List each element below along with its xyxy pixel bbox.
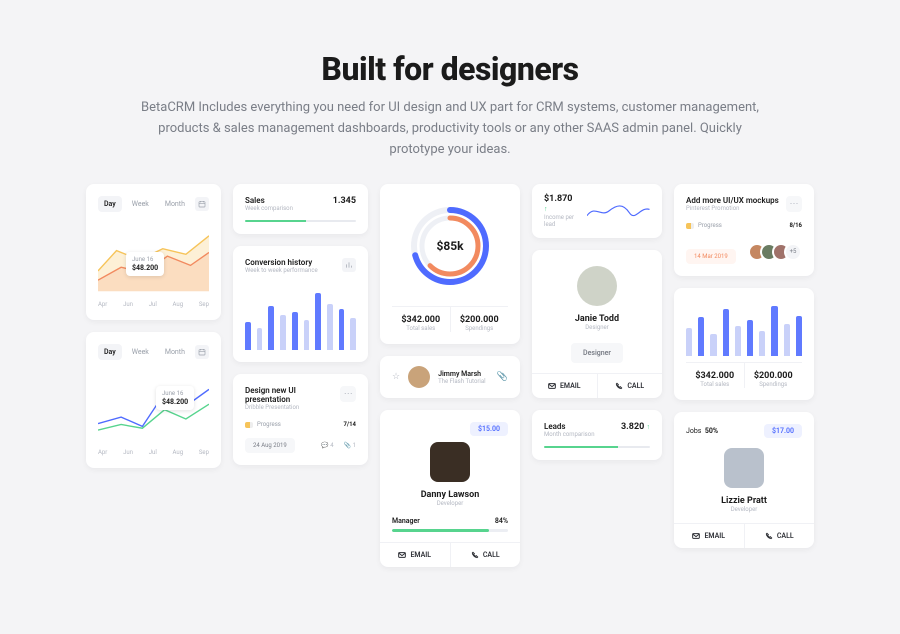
leads-title: Leads [544,422,595,431]
avatar-group[interactable]: +5 [748,243,802,261]
tutorial-sub: The Flash Tutorial [438,378,489,385]
manager-progress [392,529,508,532]
mockups-progress-label: Progress [686,222,722,229]
sales-value: 1.345 [333,196,356,206]
mockups-progress-value: 8/16 [789,222,802,229]
leads-card: Leads Month comparison 3.820 ↑ [532,410,662,460]
attachments-icon: 📎 1 [344,442,356,449]
email-button-3[interactable]: EMAIL [674,524,744,548]
sparkline [587,199,650,223]
tab-month-2[interactable]: Month [159,344,191,360]
lizzie-name: Lizzie Pratt [686,496,802,506]
task-title: Design new UI presentation [245,386,340,404]
more-icon[interactable]: ⋯ [340,386,356,402]
manager-label: Manager [392,517,420,525]
chart-callout-2: June 16$48.200 [156,386,194,410]
progress-label: Progress [245,421,281,428]
lizzie-price: $17.00 [764,424,802,438]
calendar-icon[interactable] [195,197,209,211]
avatar-janie [577,266,617,306]
tab-day-2[interactable]: Day [98,344,122,360]
janie-name: Janie Todd [544,314,650,324]
conv-subtitle: Week to week performance [245,267,318,274]
person-name: Danny Lawson [392,490,508,500]
leads-progress [544,446,650,448]
comments-icon: 💬 4 [321,442,333,449]
lizzie-role: Developer [686,506,802,513]
mockups-date: 14 Mar 2019 [686,249,736,264]
bars-card-2: $342.000Total sales $200.000Spendings [674,288,814,400]
tab-month[interactable]: Month [159,196,191,212]
income-card: $1.870 ↑ Income per lead [532,184,662,238]
page-subtitle: BetaCRM Includes everything you need for… [140,98,760,160]
chart-callout-1: June 16$48.200 [126,252,164,276]
more-icon-2[interactable]: ⋯ [786,196,802,212]
sales-subtitle: Week comparison [245,205,293,212]
star-icon[interactable]: ☆ [392,372,400,382]
chart-icon[interactable] [342,258,356,272]
role-chip[interactable]: Designer [571,343,623,363]
person-role: Developer [392,500,508,507]
page-title: Built for designers [80,50,820,88]
ring-value: $85k [406,202,494,290]
tab-day[interactable]: Day [98,196,122,212]
call-button-2[interactable]: CALL [597,374,663,398]
income-value: $1.870 ↑ [544,194,577,214]
danny-card: $15.00 Danny Lawson Developer Manager 84… [380,410,520,567]
email-button-2[interactable]: EMAIL [532,374,597,398]
avatar-lizzie [724,448,764,488]
sales-card: Sales Week comparison 1.345 [233,184,368,234]
tab-week-2[interactable]: Week [126,344,155,360]
progress-value: 7/14 [343,421,356,428]
calendar-icon-2[interactable] [195,345,209,359]
chart-card-2: Day Week Month June 16$48.200 Apr Jun Ju… [86,332,221,468]
bars-chart-2 [686,300,802,356]
tutorial-card[interactable]: ☆ Jimmy Marsh The Flash Tutorial 📎 [380,356,520,398]
conversion-card: Conversion history Week to week performa… [233,246,368,362]
sales-title: Sales [245,196,293,205]
leads-value: 3.820 [621,422,644,432]
janie-card: Janie Todd Designer Designer EMAIL CALL [532,250,662,398]
email-button[interactable]: EMAIL [380,543,450,567]
mockups-title: Add more UI/UX mockups [686,196,779,205]
call-button-3[interactable]: CALL [744,524,815,548]
janie-role: Designer [544,324,650,331]
ring-chart: $85k [406,202,494,290]
call-button[interactable]: CALL [450,543,521,567]
jobs-label: Jobs [686,427,701,435]
attachment-icon: 📎 [497,372,508,382]
jobs-value: 50% [705,427,718,435]
task-date: 24 Aug 2019 [245,438,295,453]
mockups-subtitle: Pinterest Promotion [686,205,779,212]
tab-week[interactable]: Week [126,196,155,212]
ring-card: $85k $342.000Total sales $200.000Spendin… [380,184,520,344]
price-badge: $15.00 [470,422,508,436]
chart-card-1: Day Week Month June 16$48.200 Apr Jun Ju… [86,184,221,320]
mockups-card: Add more UI/UX mockups Pinterest Promoti… [674,184,814,276]
conversion-bars [245,286,356,350]
income-label: Income per lead [544,214,577,228]
task-subtitle: Dribble Presentation [245,404,340,411]
leads-subtitle: Month comparison [544,431,595,438]
conv-title: Conversion history [245,258,318,267]
task-card: Design new UI presentation Dribble Prese… [233,374,368,465]
avatar [408,366,430,388]
sales-progress [245,220,356,222]
lizzie-card: Jobs 50% $17.00 Lizzie Pratt Developer E… [674,412,814,548]
avatar-danny [430,442,470,482]
tutorial-name: Jimmy Marsh [438,370,489,378]
manager-value: 84% [495,517,508,525]
